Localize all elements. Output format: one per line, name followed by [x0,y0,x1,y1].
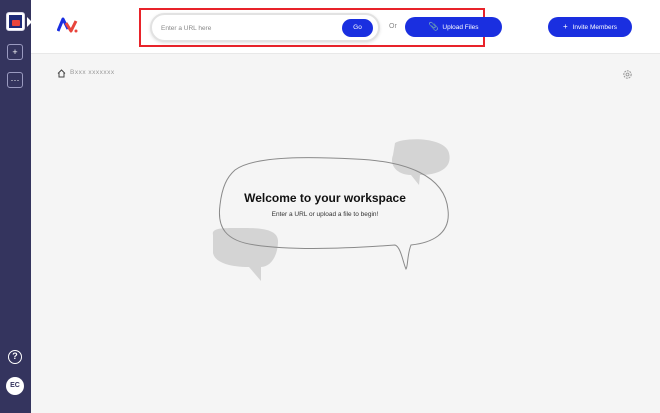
upload-files-button[interactable]: 📎 Upload Files [405,17,502,37]
welcome-title: Welcome to your workspace [244,191,406,205]
add-workspace-button[interactable]: + [7,44,23,60]
welcome-subtitle: Enter a URL or upload a file to begin! [271,211,379,218]
workspace-icon[interactable] [6,12,25,31]
url-bar: Go [150,13,380,42]
plus-icon: + [562,22,568,31]
invite-members-button[interactable]: + Invite Members [548,17,632,37]
top-bar: Go Or 📎Upload Files + Invite Members [31,0,660,54]
avatar[interactable]: EC [6,377,24,395]
upload-files-label: Upload Files [442,24,479,31]
sidebar: + ··· ? EC [0,0,32,413]
go-button[interactable]: Go [342,19,373,37]
more-options-button[interactable]: ··· [7,72,23,88]
or-label: Or [389,23,397,30]
url-input[interactable] [161,21,331,35]
home-icon[interactable] [57,69,66,78]
brand-logo [57,17,78,33]
speech-bubbles-illustration [212,139,450,281]
invite-members-label: Invite Members [572,24,618,31]
help-icon[interactable]: ? [8,350,22,364]
breadcrumb[interactable]: Bxxx xxxxxxx [70,69,115,76]
paperclip-icon: 📎 [428,22,439,31]
gear-icon[interactable] [622,69,633,80]
